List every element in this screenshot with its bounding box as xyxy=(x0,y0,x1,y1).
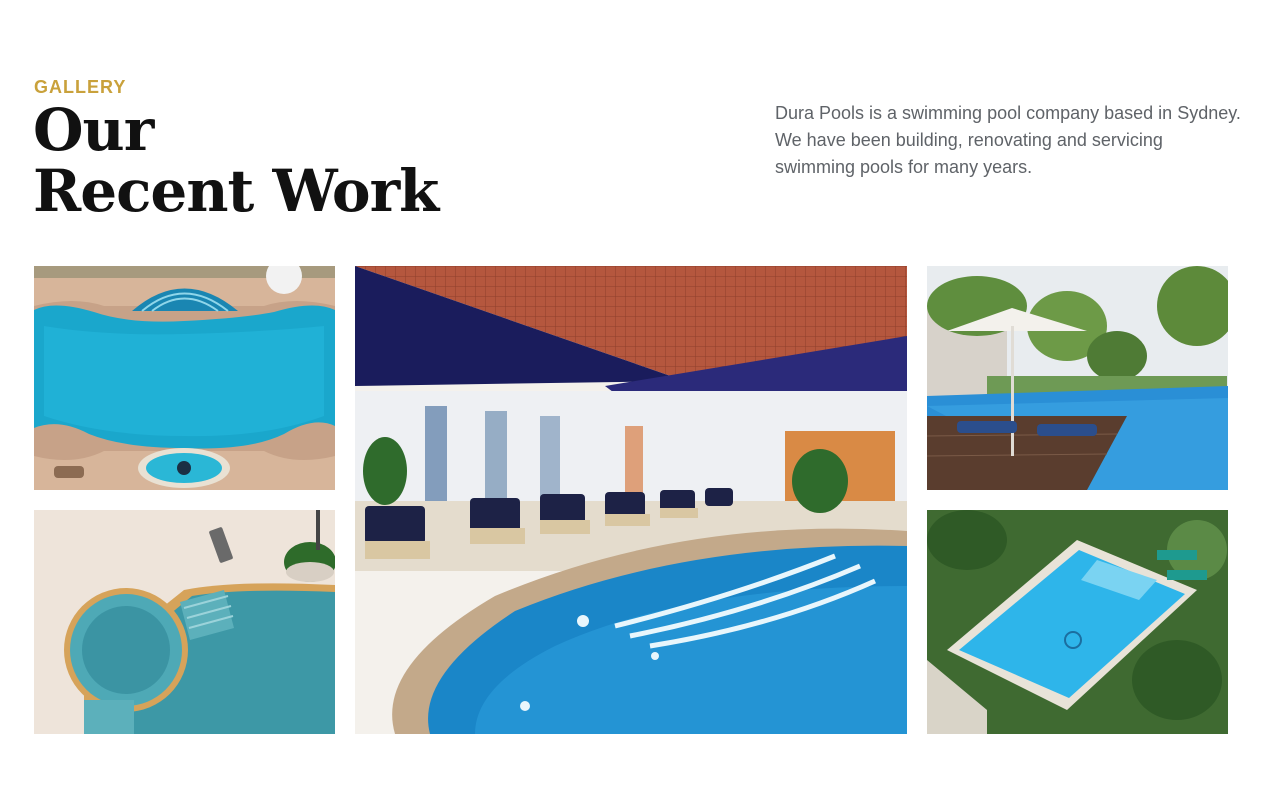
section-title-line-2: Recent Work xyxy=(33,157,439,225)
section-description: Dura Pools is a swimming pool company ba… xyxy=(775,103,1241,177)
pool-photo xyxy=(34,266,335,490)
pool-photo xyxy=(927,266,1228,490)
gallery-image-3[interactable] xyxy=(355,266,907,734)
gallery-image-1[interactable] xyxy=(34,266,335,490)
pool-photo xyxy=(34,510,335,734)
gallery-image-2[interactable] xyxy=(34,510,335,734)
section-eyebrow: GALLERY xyxy=(34,77,127,97)
section-title: Our Recent Work xyxy=(33,96,439,225)
gallery-image-4[interactable] xyxy=(927,266,1228,490)
gallery-image-5[interactable] xyxy=(927,510,1228,734)
pool-photo xyxy=(927,510,1228,734)
section-title-line-1: Our xyxy=(33,96,154,164)
pool-photo xyxy=(355,266,907,734)
